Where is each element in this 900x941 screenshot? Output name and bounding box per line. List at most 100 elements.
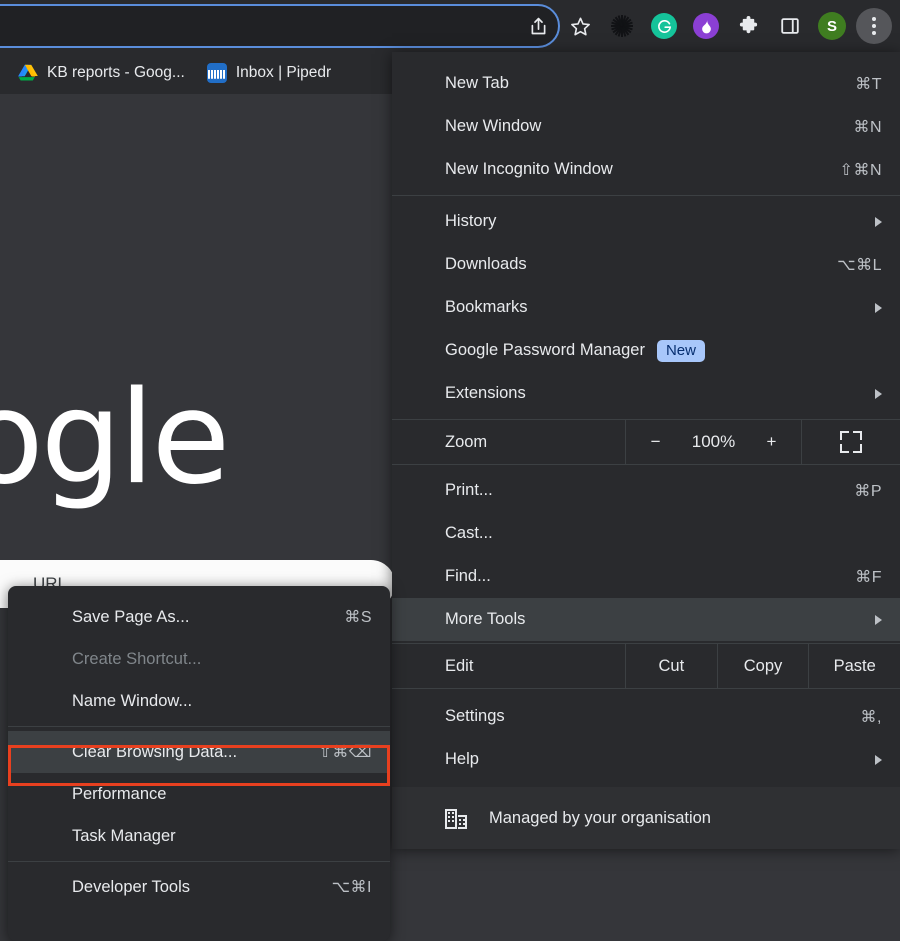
bookmark-label: KB reports - Goog... bbox=[47, 64, 185, 82]
zoom-label: Zoom bbox=[392, 433, 625, 452]
menu-item-shortcut: ⌥⌘L bbox=[837, 255, 882, 275]
menu-item-label: Cast... bbox=[445, 524, 882, 543]
menu-item-label: Bookmarks bbox=[445, 298, 875, 317]
menu-item-google-password-manager[interactable]: Google Password Manager New bbox=[392, 329, 900, 372]
more-tools-submenu: Save Page As... ⌘S Create Shortcut... Na… bbox=[8, 586, 390, 941]
menu-item-label: Save Page As... bbox=[72, 608, 344, 627]
menu-item-shortcut: ⌘, bbox=[861, 707, 882, 727]
menu-item-print[interactable]: Print... ⌘P bbox=[392, 469, 900, 512]
side-panel-icon[interactable] bbox=[770, 6, 810, 46]
chevron-right-icon bbox=[875, 217, 882, 227]
zoom-in-button[interactable]: + bbox=[767, 432, 777, 452]
organisation-building-icon bbox=[445, 807, 467, 829]
chrome-menu-kebab-icon[interactable] bbox=[854, 6, 894, 46]
menu-item-label: Google Password Manager bbox=[445, 341, 645, 360]
chevron-right-icon bbox=[875, 755, 882, 765]
fullscreen-icon bbox=[840, 431, 862, 453]
loading-sunburst-icon[interactable] bbox=[602, 6, 642, 46]
menu-item-label: History bbox=[445, 212, 875, 231]
menu-item-downloads[interactable]: Downloads ⌥⌘L bbox=[392, 243, 900, 286]
edit-label: Edit bbox=[392, 644, 625, 688]
menu-item-bookmarks[interactable]: Bookmarks bbox=[392, 286, 900, 329]
browser-toolbar: S bbox=[0, 0, 900, 52]
menu-item-help[interactable]: Help bbox=[392, 738, 900, 781]
bookmark-item-pipedrive[interactable]: Inbox | Pipedr bbox=[199, 59, 339, 87]
menu-item-find[interactable]: Find... ⌘F bbox=[392, 555, 900, 598]
menu-item-shortcut: ⌘N bbox=[853, 117, 882, 137]
menu-item-label: Print... bbox=[445, 481, 854, 500]
menu-separator bbox=[8, 861, 390, 862]
menu-separator bbox=[8, 726, 390, 727]
menu-item-label: Settings bbox=[445, 707, 861, 726]
managed-label: Managed by your organisation bbox=[489, 809, 711, 828]
menu-item-label: Performance bbox=[72, 785, 372, 804]
menu-item-more-tools[interactable]: More Tools bbox=[392, 598, 900, 641]
pipedrive-icon bbox=[207, 63, 227, 83]
fullscreen-button[interactable] bbox=[802, 420, 900, 464]
menu-item-shortcut: ⇧⌘N bbox=[840, 160, 882, 180]
menu-item-shortcut: ⌘T bbox=[855, 74, 882, 94]
chrome-main-menu: New Tab ⌘T New Window ⌘N New Incognito W… bbox=[392, 52, 900, 848]
edit-copy-button[interactable]: Copy bbox=[717, 644, 809, 688]
zoom-out-button[interactable]: − bbox=[651, 432, 661, 452]
chevron-right-icon bbox=[875, 615, 882, 625]
share-icon[interactable] bbox=[518, 6, 558, 46]
edit-paste-button[interactable]: Paste bbox=[808, 644, 900, 688]
menu-item-label: Find... bbox=[445, 567, 855, 586]
chevron-right-icon bbox=[875, 389, 882, 399]
purple-extension-icon[interactable] bbox=[686, 6, 726, 46]
menu-item-shortcut: ⌘F bbox=[855, 567, 882, 587]
new-badge: New bbox=[657, 340, 705, 362]
menu-item-label: Clear Browsing Data... bbox=[72, 743, 318, 762]
avatar[interactable]: S bbox=[812, 6, 852, 46]
zoom-controls: − 100% + bbox=[625, 420, 802, 464]
menu-item-extensions[interactable]: Extensions bbox=[392, 372, 900, 415]
chevron-right-icon bbox=[875, 303, 882, 313]
google-drive-icon bbox=[18, 64, 38, 82]
submenu-item-developer-tools[interactable]: Developer Tools ⌥⌘I bbox=[8, 866, 390, 908]
menu-item-cast[interactable]: Cast... bbox=[392, 512, 900, 555]
menu-item-shortcut: ⌥⌘I bbox=[332, 877, 372, 897]
submenu-item-performance[interactable]: Performance bbox=[8, 773, 390, 815]
menu-item-label: New Incognito Window bbox=[445, 160, 840, 179]
menu-item-settings[interactable]: Settings ⌘, bbox=[392, 695, 900, 738]
avatar-initial: S bbox=[818, 12, 846, 40]
menu-item-label: Task Manager bbox=[72, 827, 372, 846]
submenu-item-save-page-as[interactable]: Save Page As... ⌘S bbox=[8, 596, 390, 638]
menu-row-zoom: Zoom − 100% + bbox=[392, 419, 900, 465]
menu-item-label: Create Shortcut... bbox=[72, 650, 372, 669]
edit-cut-button[interactable]: Cut bbox=[625, 644, 717, 688]
submenu-item-clear-browsing-data[interactable]: Clear Browsing Data... ⇧⌘⌫ bbox=[8, 731, 390, 773]
submenu-item-create-shortcut: Create Shortcut... bbox=[8, 638, 390, 680]
menu-item-new-tab[interactable]: New Tab ⌘T bbox=[392, 62, 900, 105]
menu-item-label: Extensions bbox=[445, 384, 875, 403]
menu-item-shortcut: ⇧⌘⌫ bbox=[318, 742, 372, 762]
menu-row-edit: Edit Cut Copy Paste bbox=[392, 643, 900, 689]
menu-item-history[interactable]: History bbox=[392, 200, 900, 243]
menu-item-label: More Tools bbox=[445, 610, 875, 629]
menu-separator bbox=[392, 195, 900, 196]
menu-item-label: Downloads bbox=[445, 255, 837, 274]
menu-item-new-incognito-window[interactable]: New Incognito Window ⇧⌘N bbox=[392, 148, 900, 191]
toolbar-icon-group: S bbox=[518, 0, 894, 52]
submenu-item-task-manager[interactable]: Task Manager bbox=[8, 815, 390, 857]
grammarly-icon[interactable] bbox=[644, 6, 684, 46]
menu-item-shortcut: ⌘P bbox=[854, 481, 882, 501]
zoom-level-value: 100% bbox=[687, 432, 741, 452]
menu-item-label: New Window bbox=[445, 117, 853, 136]
menu-item-label: Help bbox=[445, 750, 875, 769]
address-bar[interactable] bbox=[0, 4, 560, 48]
menu-item-new-window[interactable]: New Window ⌘N bbox=[392, 105, 900, 148]
menu-item-label: Developer Tools bbox=[72, 878, 332, 897]
bookmark-item-kb-reports[interactable]: KB reports - Goog... bbox=[10, 60, 193, 86]
managed-by-organisation-row[interactable]: Managed by your organisation bbox=[392, 787, 900, 849]
extensions-puzzle-icon[interactable] bbox=[728, 6, 768, 46]
screen: S bbox=[0, 0, 900, 941]
menu-item-label: New Tab bbox=[445, 74, 855, 93]
menu-item-shortcut: ⌘S bbox=[344, 607, 372, 627]
menu-item-label: Name Window... bbox=[72, 692, 372, 711]
bookmark-star-icon[interactable] bbox=[560, 6, 600, 46]
bookmark-label: Inbox | Pipedr bbox=[236, 64, 331, 82]
google-logo: oogle bbox=[0, 364, 227, 513]
submenu-item-name-window[interactable]: Name Window... bbox=[8, 680, 390, 722]
